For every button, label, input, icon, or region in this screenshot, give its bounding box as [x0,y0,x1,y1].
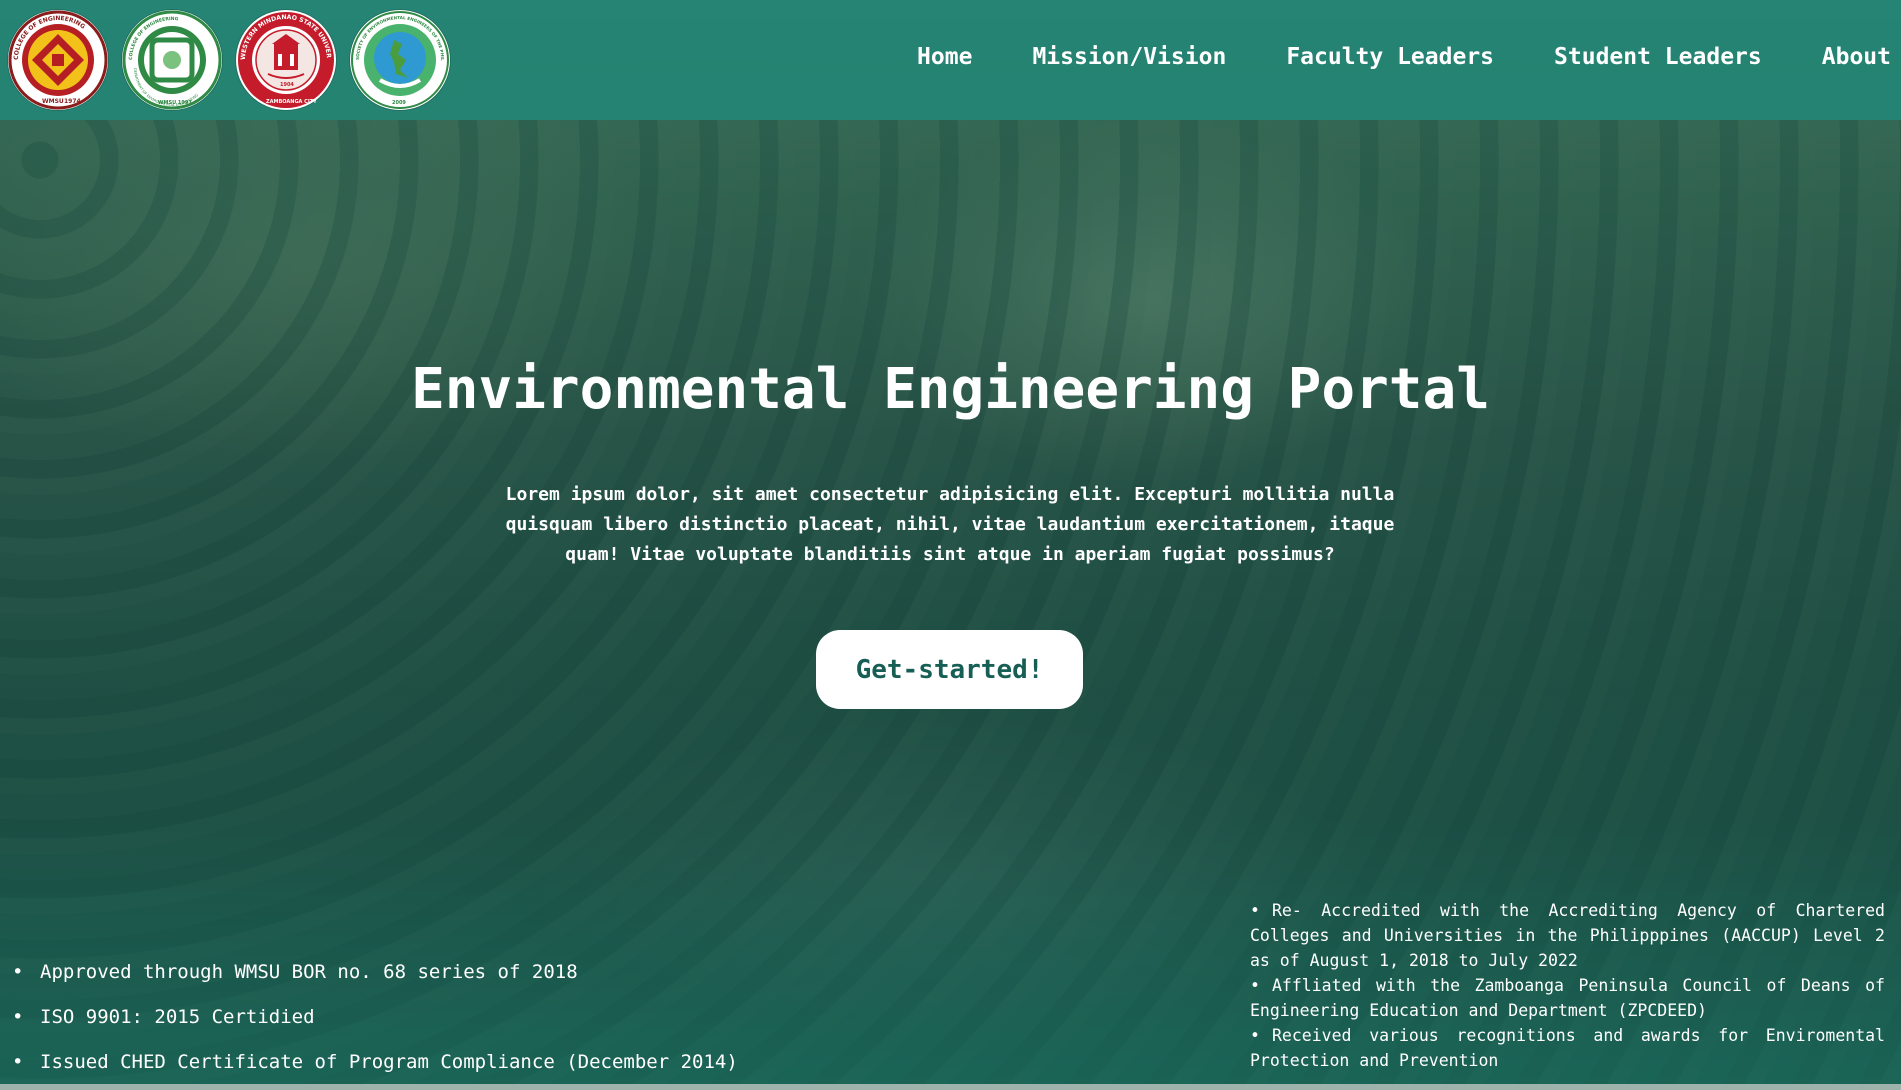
bullet-icon: • [12,1006,24,1028]
logo-1-year: 1974 [64,98,81,105]
list-item: • Re- Accredited with the Accrediting Age… [1250,898,1885,973]
list-item-text: ISO 9901: 2015 Certidied [40,1006,315,1028]
get-started-button[interactable]: Get-started! [816,630,1083,709]
list-item: • Affliated with the Zamboanga Peninsula … [1250,973,1885,1023]
list-item-text: Approved through WMSU BOR no. 68 series … [40,961,578,983]
environmental-engineering-department-seal-icon[interactable]: COLLEGE OF ENGINEERING DEPARTMENT OF ENV… [122,10,222,110]
nav-link-faculty-leaders[interactable]: Faculty Leaders [1286,44,1494,70]
bullet-icon: • [12,1051,24,1073]
logo-1-abbr: WMSU [42,98,64,105]
environmental-engineers-society-seal-icon[interactable]: SOCIETY OF ENVIRONMENTAL ENGINEERS OF TH… [350,10,450,110]
list-item-text: Affliated with the Zamboanga Peninsula C… [1250,976,1885,1020]
logo-group: COLLEGE OF ENGINEERING WMSU 1974 COLLEGE… [8,10,450,112]
bullet-icon: • [1250,976,1260,995]
bullet-icon: • [12,961,24,983]
list-item-text: Received various recognitions and awards… [1250,1026,1885,1070]
college-of-engineering-seal-icon[interactable]: COLLEGE OF ENGINEERING WMSU 1974 [8,10,108,110]
list-item-text: Issued CHED Certificate of Program Compl… [40,1051,738,1073]
logo-2-year: WMSU 1997 [158,100,192,106]
accreditation-list-right: • Re- Accredited with the Accrediting Age… [1250,898,1885,1073]
list-item: • Issued CHED Certificate of Program Comp… [12,1040,772,1085]
logo-3-year: 1904 [280,82,294,88]
list-item-text: Re- Accredited with the Accrediting Agen… [1250,901,1885,970]
top-navbar: COLLEGE OF ENGINEERING WMSU 1974 COLLEGE… [0,0,1901,120]
bullet-icon: • [1250,1026,1260,1045]
list-item: • Received various recognitions and award… [1250,1023,1885,1073]
nav-link-home[interactable]: Home [917,44,972,70]
hero-subtitle: Lorem ipsum dolor, sit amet consectetur … [505,484,1395,565]
accreditation-list-left: • Approved through WMSU BOR no. 68 series… [12,950,772,1085]
list-item: • Approved through WMSU BOR no. 68 series… [12,950,772,995]
logo-3-city: ZAMBOANGA CITY [266,99,317,105]
logo-4-year: 2009 [392,100,406,106]
wmsu-university-seal-icon[interactable]: WESTERN MINDANAO STATE UNIVERSITY 1904 Z… [236,10,336,110]
nav-link-about[interactable]: About [1822,44,1891,70]
nav-link-student-leaders[interactable]: Student Leaders [1554,44,1762,70]
primary-navigation: Home Mission/Vision Faculty Leaders Stud… [917,44,1891,70]
nav-link-mission-vision[interactable]: Mission/Vision [1032,44,1226,70]
hero-title: Environmental Engineering Portal [411,357,1490,422]
list-item: • ISO 9901: 2015 Certidied [12,995,772,1040]
bullet-icon: • [1250,901,1260,920]
